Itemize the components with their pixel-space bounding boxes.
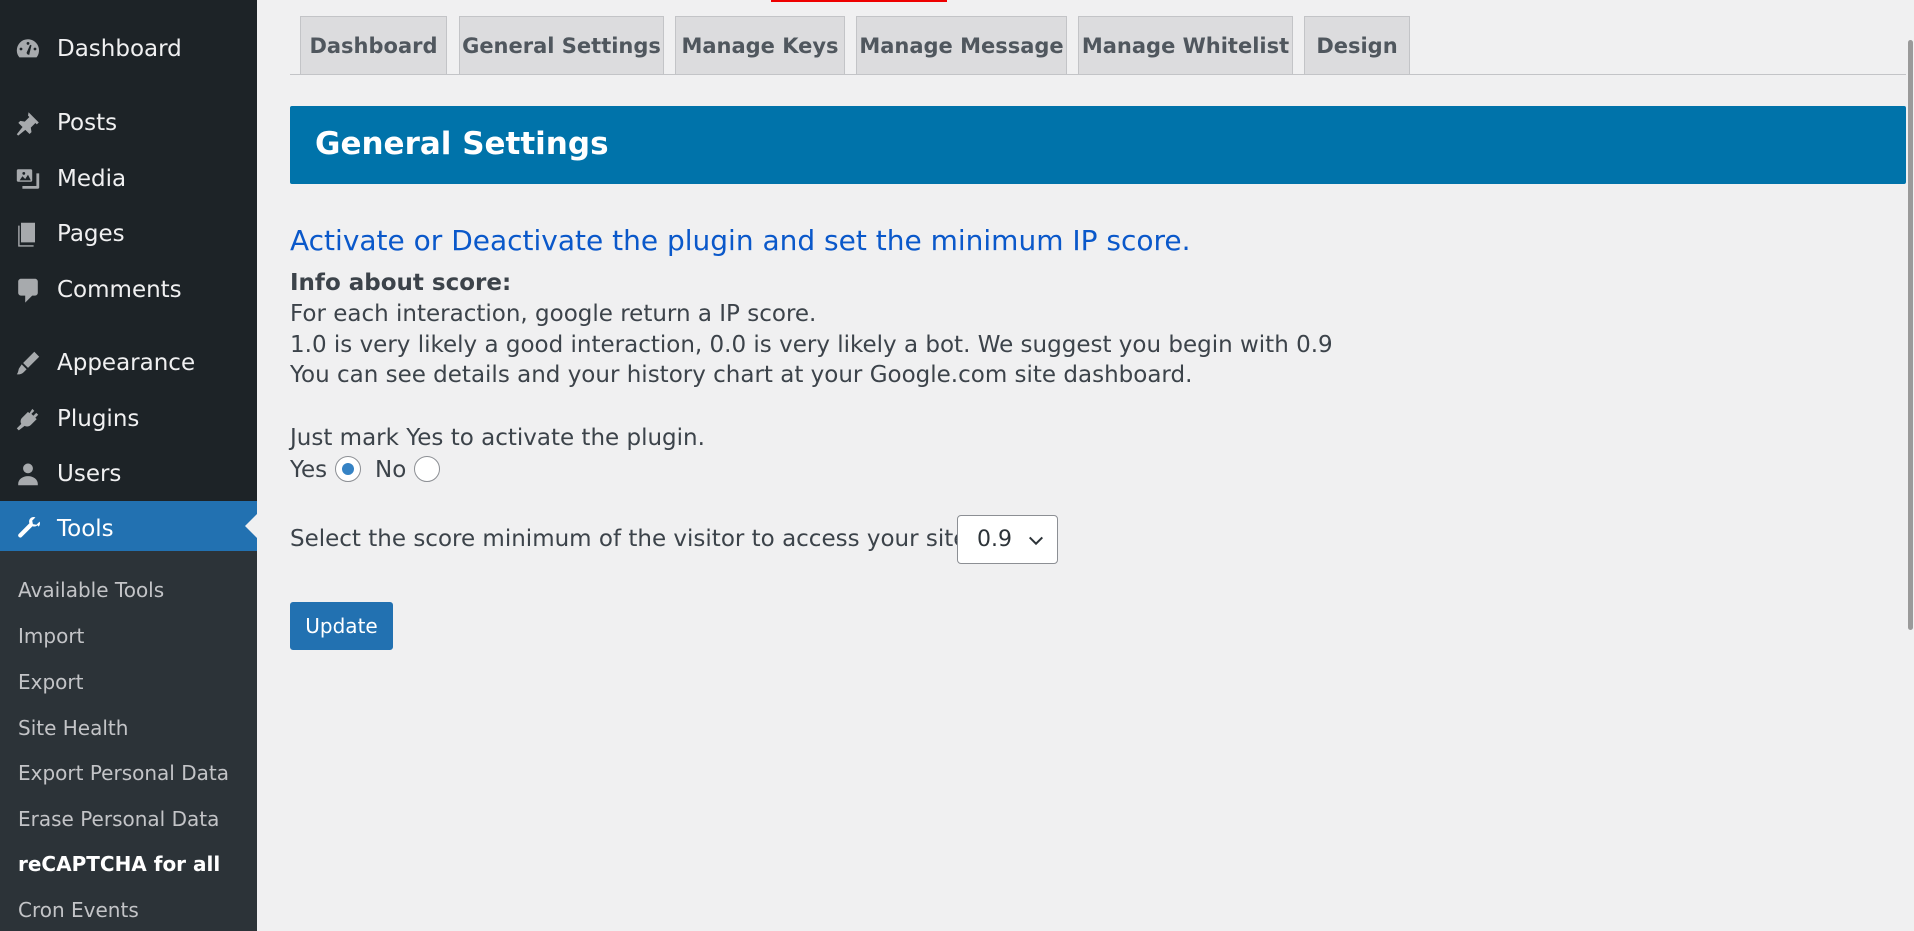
scrollbar-thumb[interactable]: [1908, 40, 1913, 630]
sidebar-item-comments[interactable]: Comments: [0, 265, 257, 315]
sidebar-item-appearance[interactable]: Appearance: [0, 338, 257, 388]
submenu-item-recaptcha[interactable]: reCAPTCHA for all: [18, 852, 220, 876]
tab-manage-message[interactable]: Manage Message: [856, 16, 1067, 74]
comment-icon: [13, 275, 43, 305]
tab-design[interactable]: Design: [1304, 16, 1410, 74]
media-icon: [13, 164, 43, 194]
tab-general-settings[interactable]: General Settings: [459, 16, 664, 74]
sidebar-item-label: Plugins: [57, 406, 140, 432]
activate-instruction: Just mark Yes to activate the plugin.: [290, 425, 705, 451]
sidebar-item-media[interactable]: Media: [0, 154, 257, 204]
sidebar-item-plugins[interactable]: Plugins: [0, 394, 257, 444]
yes-label: Yes: [290, 457, 328, 483]
settings-tabs: Dashboard General Settings Manage Keys M…: [290, 0, 1914, 75]
score-label: Select the score minimum of the visitor …: [290, 526, 976, 552]
section-subtitle: Activate or Deactivate the plugin and se…: [290, 224, 1191, 257]
submenu-item-site-health[interactable]: Site Health: [18, 716, 128, 740]
tab-dashboard[interactable]: Dashboard: [300, 16, 447, 74]
dashboard-icon: [13, 34, 43, 64]
sidebar-item-label: Dashboard: [57, 36, 182, 62]
info-heading: Info about score:: [290, 270, 512, 296]
submenu-item-erase-personal-data[interactable]: Erase Personal Data: [18, 807, 219, 831]
sidebar-item-users[interactable]: Users: [0, 449, 257, 499]
submenu-item-cron-events[interactable]: Cron Events: [18, 898, 139, 922]
pin-icon: [13, 108, 43, 138]
score-select-value: 0.9: [977, 527, 1012, 552]
chevron-down-icon: [1028, 536, 1044, 546]
wrench-icon: [13, 514, 43, 544]
sidebar-item-label: Users: [57, 461, 122, 487]
section-header: General Settings: [290, 106, 1906, 184]
page-title: General Settings: [315, 126, 609, 162]
submenu-item-export[interactable]: Export: [18, 670, 83, 694]
tab-manage-whitelist[interactable]: Manage Whitelist: [1078, 16, 1293, 74]
sidebar-item-label: Comments: [57, 277, 182, 303]
sidebar-item-label: Pages: [57, 221, 125, 247]
sidebar-item-posts[interactable]: Posts: [0, 98, 257, 148]
tools-submenu: Available Tools Import Export Site Healt…: [0, 551, 257, 931]
yes-radio[interactable]: [335, 456, 361, 482]
sidebar-item-label: Tools: [57, 515, 114, 542]
tab-manage-keys[interactable]: Manage Keys: [675, 16, 845, 74]
sidebar-item-tools[interactable]: Tools: [0, 501, 257, 556]
submenu-item-import[interactable]: Import: [18, 624, 84, 648]
info-line: For each interaction, google return a IP…: [290, 301, 817, 327]
admin-sidebar: Dashboard Posts Media Pages Comments App…: [0, 0, 257, 931]
user-icon: [13, 459, 43, 489]
no-radio[interactable]: [414, 456, 440, 482]
submenu-item-export-personal-data[interactable]: Export Personal Data: [18, 761, 229, 785]
sidebar-item-dashboard[interactable]: Dashboard: [0, 24, 257, 74]
pages-icon: [13, 219, 43, 249]
info-line: You can see details and your history cha…: [290, 362, 1193, 388]
brush-icon: [13, 348, 43, 378]
plug-icon: [13, 404, 43, 434]
sidebar-item-label: Media: [57, 166, 127, 192]
sidebar-item-label: Appearance: [57, 350, 196, 376]
submenu-item-available-tools[interactable]: Available Tools: [18, 578, 164, 602]
no-label: No: [375, 457, 407, 483]
info-line: 1.0 is very likely a good interaction, 0…: [290, 332, 1333, 358]
sidebar-item-pages[interactable]: Pages: [0, 209, 257, 259]
score-select[interactable]: 0.9: [957, 515, 1058, 564]
sidebar-item-label: Posts: [57, 110, 118, 136]
update-button[interactable]: Update: [290, 602, 393, 650]
